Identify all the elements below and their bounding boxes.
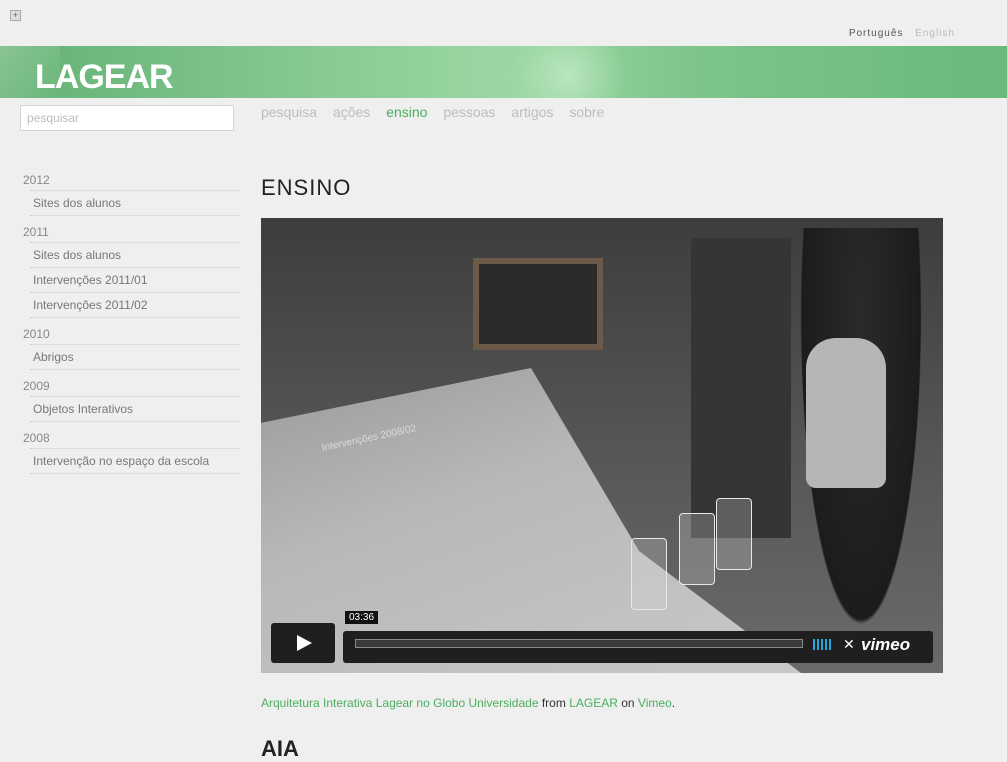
sidebar-item[interactable]: Intervenção no espaço da escola (30, 448, 240, 474)
video-scene-door (691, 238, 791, 538)
search-input[interactable] (20, 105, 234, 131)
nav-item-ensino[interactable]: ensino (386, 104, 427, 120)
page-title: ENSINO (261, 175, 352, 200)
language-english[interactable]: English (915, 28, 955, 39)
sidebar-year: 2010 (23, 327, 50, 341)
video-scene-glass (716, 498, 752, 570)
video-scene-glass (631, 538, 667, 610)
caption-on: on (621, 696, 635, 710)
vimeo-logo[interactable]: vimeo (861, 635, 910, 655)
author-link[interactable]: LAGEAR (569, 696, 618, 710)
sidebar-group: Sites dos alunos Intervenções 2011/01 In… (20, 242, 240, 318)
sidebar-group: Intervenção no espaço da escola (20, 448, 240, 474)
sidebar-year: 2008 (23, 431, 50, 445)
sidebar-year: 2012 (23, 173, 50, 187)
sidebar: 2012 Sites dos alunos 2011 Sites dos alu… (20, 170, 240, 474)
video-title-link[interactable]: Arquitetura Interativa Lagear no Globo U… (261, 696, 539, 710)
sidebar-item[interactable]: Intervenções 2011/02 (30, 292, 240, 318)
vimeo-link[interactable]: Vimeo (638, 696, 672, 710)
nav-item-pesquisa[interactable]: pesquisa (261, 104, 317, 120)
site-logo[interactable]: LAGEAR (35, 58, 174, 97)
nav-item-artigos[interactable]: artigos (511, 104, 553, 120)
nav-item-sobre[interactable]: sobre (569, 104, 604, 120)
volume-icon[interactable] (813, 639, 831, 650)
nav-item-acoes[interactable]: ações (333, 104, 370, 120)
play-button[interactable] (271, 623, 335, 663)
sidebar-item[interactable]: Intervenções 2011/01 (30, 267, 240, 292)
main-nav: pesquisa ações ensino pessoas artigos so… (261, 104, 616, 120)
fullscreen-icon[interactable]: ✕ (843, 637, 855, 651)
video-caption: Arquitetura Interativa Lagear no Globo U… (261, 696, 675, 710)
language-portuguese[interactable]: Português (849, 28, 904, 39)
caption-from: from (541, 696, 566, 710)
section-heading: AIA (261, 736, 299, 761)
sidebar-item[interactable]: Abrigos (30, 344, 240, 370)
sidebar-item[interactable]: Sites dos alunos (30, 242, 240, 267)
sidebar-group: Abrigos (20, 344, 240, 370)
seek-bar[interactable] (355, 639, 803, 648)
expand-icon[interactable]: + (10, 10, 21, 21)
banner-glow (507, 46, 627, 98)
video-scene-window (473, 258, 603, 350)
sidebar-year: 2009 (23, 379, 50, 393)
play-icon (297, 635, 312, 651)
sidebar-group: Objetos Interativos (20, 396, 240, 422)
video-scene-shirt (806, 338, 886, 488)
sidebar-year: 2011 (23, 225, 49, 239)
video-scene-glass (679, 513, 715, 585)
sidebar-item[interactable]: Objetos Interativos (30, 396, 240, 422)
language-switcher: Português English (841, 28, 955, 39)
video-player[interactable]: Intervenções 2008/02 03:36 ✕ vimeo (261, 218, 943, 673)
caption-period: . (671, 696, 676, 710)
sidebar-item[interactable]: Sites dos alunos (30, 190, 240, 216)
sidebar-group: Sites dos alunos (20, 190, 240, 216)
video-controls: 03:36 ✕ vimeo (271, 611, 933, 663)
nav-item-pessoas[interactable]: pessoas (443, 104, 495, 120)
duration-badge: 03:36 (345, 611, 379, 624)
